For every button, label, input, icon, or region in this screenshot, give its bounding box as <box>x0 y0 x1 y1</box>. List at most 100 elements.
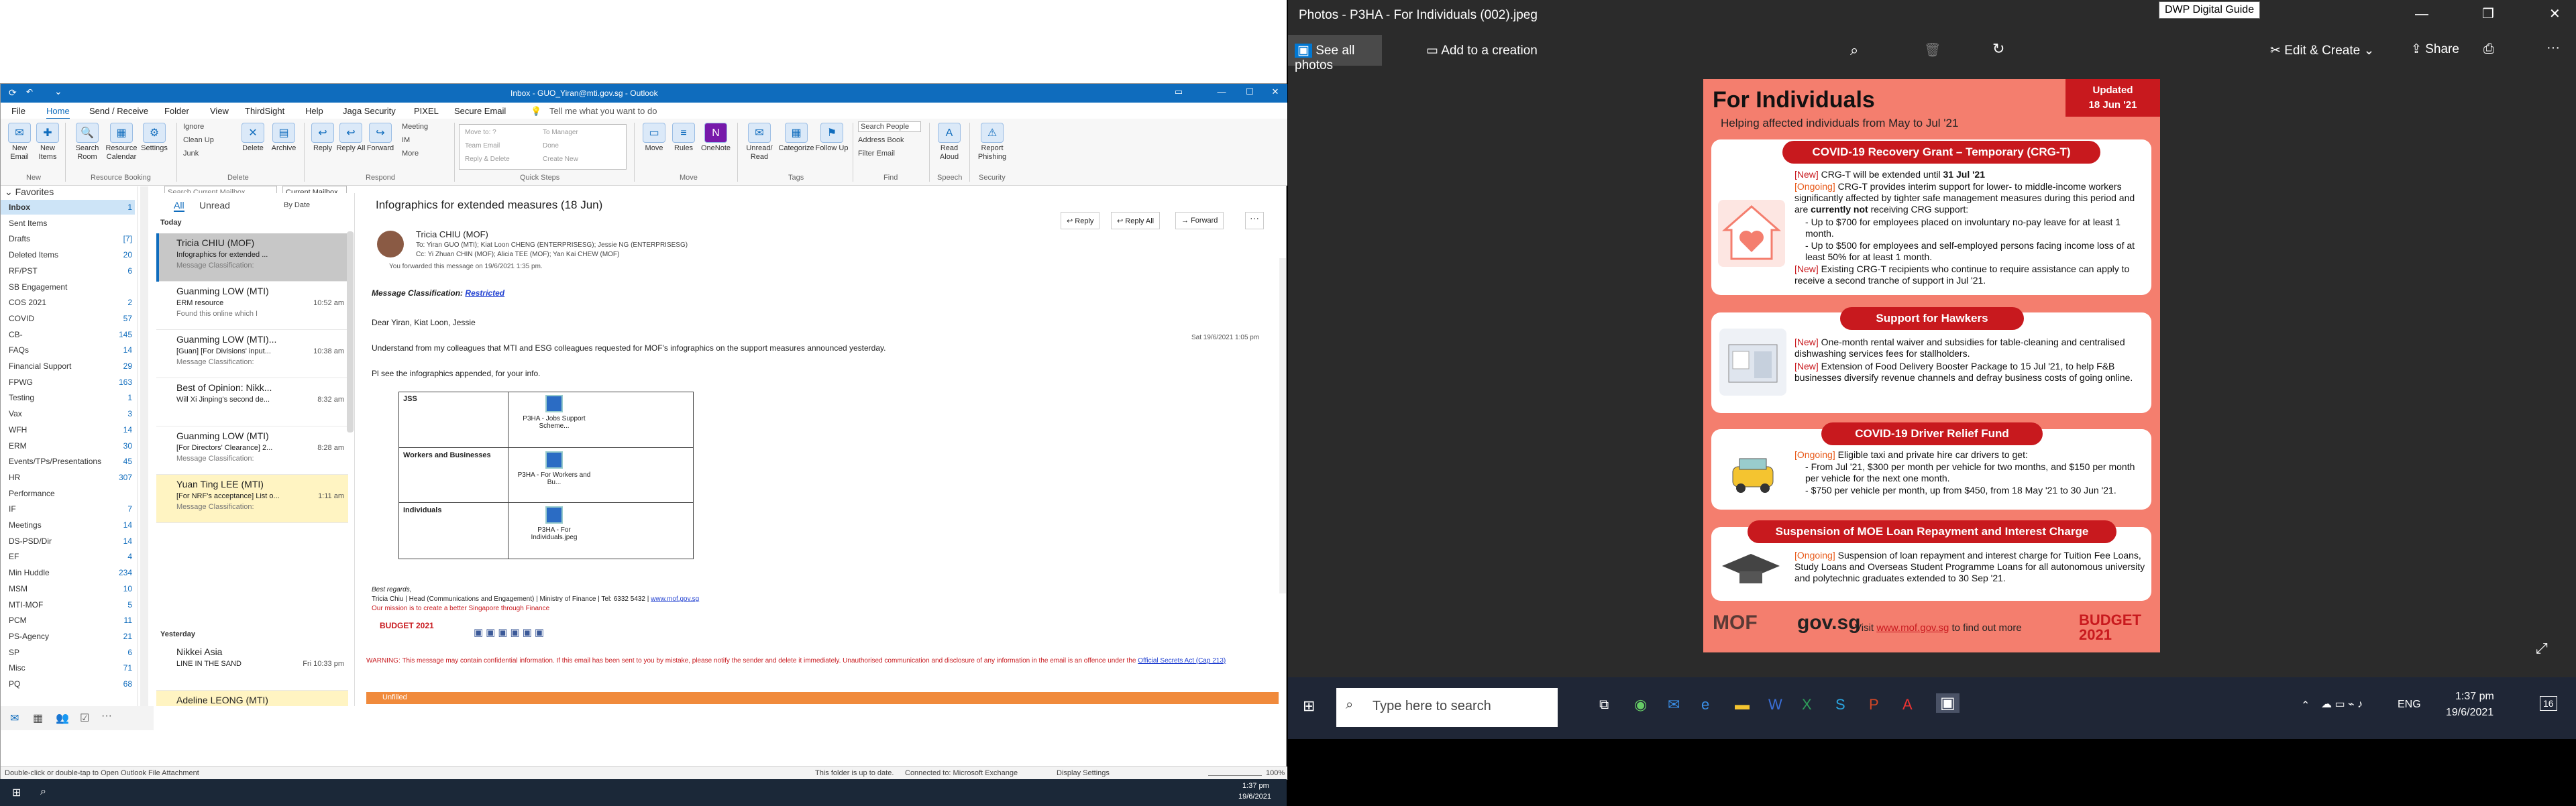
folder-item[interactable]: Misc 71 <box>1 660 135 675</box>
filter-email-button[interactable]: Filter Email <box>858 150 895 158</box>
windows-start-icon[interactable]: ⊞ <box>12 786 21 799</box>
reply-button[interactable]: ↩ Reply <box>308 120 337 153</box>
delete-icon[interactable]: 🗑 <box>1924 42 1941 58</box>
folder-scrollbar[interactable] <box>140 186 148 706</box>
edge-icon[interactable]: e <box>1701 696 1709 713</box>
more-respond-button[interactable]: More <box>402 150 419 158</box>
zoom-icon[interactable]: ⌕ <box>1850 42 1858 59</box>
quickstep-to-manager[interactable]: To Manager <box>543 129 578 136</box>
file-explorer-icon[interactable]: ▬ <box>1735 696 1750 713</box>
language-indicator[interactable]: ENG <box>2398 699 2421 711</box>
sort-by-date[interactable]: By Date <box>284 201 310 209</box>
reply-all-button[interactable]: ↩ Reply All <box>336 120 366 153</box>
attachment-workers[interactable]: P3HA - For Workers and Bu... <box>517 451 591 486</box>
list-item[interactable]: Yuan Ting LEE (MTI) [For NRF's acceptance… <box>156 475 348 523</box>
clock-time[interactable]: 1:37 pm <box>2455 691 2494 703</box>
tell-me-box[interactable]: Tell me what you want to do <box>549 106 657 116</box>
address-book-button[interactable]: Address Book <box>858 136 904 144</box>
forward-action-button[interactable]: → Forward <box>1175 212 1224 229</box>
list-item[interactable]: Adeline LEONG (MTI)Spotlight - 18 Jun 20… <box>156 691 348 706</box>
folder-item[interactable]: Sent Items <box>1 216 135 231</box>
folder-item[interactable]: Drafts [7] <box>1 231 135 246</box>
read-aloud-button[interactable]: A Read Aloud <box>933 120 965 162</box>
quickstep-move-to[interactable]: Move to: ? <box>465 129 496 136</box>
menu-help[interactable]: Help <box>305 106 323 116</box>
folder-item[interactable]: Financial Support 29 <box>1 359 135 373</box>
chevron-up-icon[interactable]: ⌃ <box>2301 699 2310 712</box>
menu-pixel[interactable]: PIXEL <box>414 106 439 116</box>
reading-scrollbar[interactable] <box>1279 258 1286 593</box>
favorites-header[interactable]: ⌄ Favorites <box>5 186 54 198</box>
taskbar-search-input[interactable]: ⌕ Type here to search <box>1336 688 1558 727</box>
folder-item[interactable]: COVID 57 <box>1 311 135 326</box>
reply-all-action-button[interactable]: ↩ Reply All <box>1111 212 1161 229</box>
menu-folder[interactable]: Folder <box>164 106 189 116</box>
menu-file[interactable]: File <box>11 106 25 116</box>
list-item[interactable]: Guanming LOW (MTI)... [Guan] [For Divisio… <box>156 330 348 378</box>
delete-button[interactable]: ✕ Delete <box>237 120 269 153</box>
folder-item[interactable]: MTI-MOF 5 <box>1 597 135 612</box>
folder-item[interactable]: PCM 11 <box>1 613 135 628</box>
follow-up-button[interactable]: ⚑ Follow Up <box>815 120 849 153</box>
more-actions-button[interactable]: ··· <box>1245 212 1264 229</box>
classification-bar[interactable]: Unfilled <box>366 692 1279 704</box>
folder-item[interactable]: CB- 145 <box>1 327 135 342</box>
meeting-button[interactable]: Meeting <box>402 123 428 131</box>
new-items-button[interactable]: ✚ New Items <box>33 120 62 162</box>
menu-send-receive[interactable]: Send / Receive <box>89 106 148 116</box>
folder-item[interactable]: PQ 68 <box>1 677 135 691</box>
share-button[interactable]: ⇪ Share <box>2411 42 2459 57</box>
folder-item[interactable]: WFH 14 <box>1 422 135 437</box>
search-icon[interactable]: ⌕ <box>40 786 46 798</box>
see-all-photos-button[interactable]: ▣ See all photos <box>1288 35 1382 72</box>
quickstep-done[interactable]: Done <box>543 142 559 150</box>
folder-item[interactable]: Performance <box>1 486 135 501</box>
folder-item[interactable]: IF 7 <box>1 502 135 516</box>
folder-item[interactable]: MSM 10 <box>1 581 135 596</box>
tasks-icon[interactable]: ☑ <box>80 711 89 725</box>
folder-item[interactable]: SP 6 <box>1 645 135 660</box>
junk-button[interactable]: Junk <box>183 150 199 158</box>
list-item[interactable]: Guanming LOW (MTI) [For Directors' Cleara… <box>156 426 348 475</box>
folder-item[interactable]: ERM 30 <box>1 439 135 453</box>
folder-item[interactable]: FAQs 14 <box>1 343 135 357</box>
edit-create-button[interactable]: ✂ Edit & Create ⌄ <box>2270 43 2374 58</box>
tab-all[interactable]: All <box>174 200 184 212</box>
folder-item[interactable]: EF 4 <box>1 549 135 564</box>
resource-calendar-button[interactable]: ▦ Resource Calendar <box>103 120 140 162</box>
folder-item[interactable]: HR 307 <box>1 470 135 485</box>
folder-item[interactable]: Meetings 14 <box>1 518 135 532</box>
notification-badge[interactable]: 16 <box>2540 696 2557 711</box>
message-list-scrollbar[interactable] <box>347 231 354 433</box>
task-view-icon[interactable]: ⧉ <box>1599 697 1609 713</box>
menu-thirdsight[interactable]: ThirdSight <box>245 106 284 116</box>
list-item[interactable]: Guanming LOW (MTI) ERM resource Found this… <box>156 282 348 330</box>
tray-icons[interactable]: ☁ ▭ ⌁ ♪ <box>2321 697 2363 711</box>
ribbon-display-icon[interactable]: ▭ <box>1171 87 1187 97</box>
more-options-icon[interactable]: ··· <box>2546 40 2560 56</box>
folder-item[interactable]: DS-PSD/Dir 14 <box>1 534 135 549</box>
outlook-icon[interactable]: ✉ <box>1668 696 1680 713</box>
acrobat-icon[interactable]: A <box>1902 696 1913 713</box>
undo-icon[interactable]: ↶ <box>26 87 33 97</box>
search-people-input[interactable]: Search People <box>858 121 921 132</box>
quickstep-team-email[interactable]: Team Email <box>465 142 500 150</box>
close-icon[interactable]: ✕ <box>1267 87 1283 97</box>
folder-item[interactable]: PS-Agency 21 <box>1 629 135 644</box>
people-icon[interactable]: 👥 <box>56 711 69 725</box>
expand-icon[interactable]: ⤢ <box>2536 640 2548 657</box>
quickstep-create-new[interactable]: Create New <box>543 156 578 163</box>
folder-item[interactable]: FPWG 163 <box>1 375 135 390</box>
categorize-button[interactable]: ▦ Categorize <box>777 120 815 153</box>
new-email-button[interactable]: ✉ New Email <box>5 120 34 162</box>
display-settings-button[interactable]: Display Settings <box>1057 769 1110 777</box>
mail-icon[interactable]: ✉ <box>10 711 19 725</box>
skype-icon[interactable]: S <box>1835 696 1845 713</box>
chrome-icon[interactable]: ◉ <box>1634 696 1647 713</box>
folder-item[interactable]: Vax 3 <box>1 406 135 421</box>
list-item[interactable]: Best of Opinion: Nikk... Will Xi Jinping'… <box>156 378 348 426</box>
quick-steps-gallery[interactable]: Move to: ? Team Email Reply & Delete To … <box>459 124 627 170</box>
minimize-icon[interactable]: — <box>2415 7 2428 22</box>
folder-item[interactable]: SB Engagement <box>1 280 135 294</box>
attachment-jss[interactable]: P3HA - Jobs Support Scheme... <box>517 395 591 430</box>
